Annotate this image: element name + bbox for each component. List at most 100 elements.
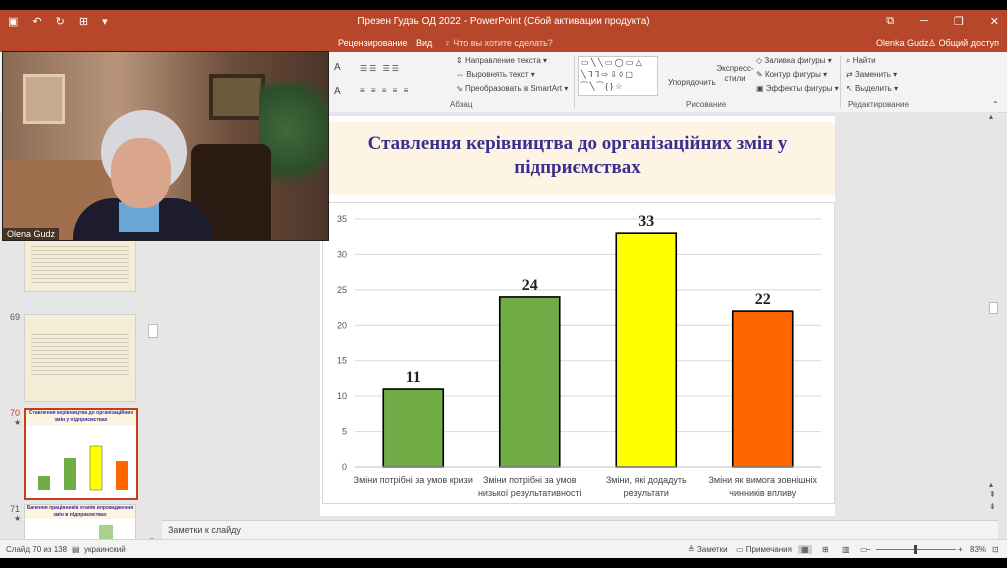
bar (615, 232, 678, 468)
drawing-group-label: Рисование (686, 100, 727, 109)
spellcheck-icon[interactable]: ▤ (72, 545, 80, 554)
data-label: 11 (406, 369, 421, 386)
y-tick-label: 30 (337, 249, 347, 259)
tab-review[interactable]: Рецензирование (338, 38, 408, 48)
effects-icon: ▣ (756, 84, 766, 93)
thumbnail-slide-70[interactable]: Ставлення керівництва до організаційних … (24, 408, 138, 500)
divider (840, 56, 841, 108)
find-button[interactable]: ⌕ Найти (846, 56, 876, 66)
find-label: Найти (852, 56, 876, 65)
data-label: 24 (522, 277, 538, 294)
shape-outline-button[interactable]: ✎ Контур фигуры ▾ (756, 70, 827, 79)
fit-slide-icon[interactable]: ⊡ (992, 545, 999, 554)
maximize-icon[interactable]: ❐ (954, 15, 964, 28)
y-tick-label: 5 (342, 427, 347, 437)
comments-toggle[interactable]: ▭ Примечания (736, 545, 792, 554)
text-direction-button[interactable]: ⇕ Направление текста ▾ (456, 56, 547, 65)
window-title: Презен Гудзь ОД 2022 - PowerPoint (Сбой … (357, 16, 650, 27)
arrange-button[interactable]: Упорядочить (668, 78, 716, 88)
zoom-out-icon[interactable]: − (866, 545, 871, 554)
y-tick-label: 0 (342, 462, 347, 472)
normal-view-icon[interactable]: ▦ (798, 545, 812, 554)
arrange-label: Упорядочить (668, 78, 716, 87)
scroll-up-icon[interactable]: ▴ (989, 112, 993, 121)
replace-button[interactable]: ⇄ Заменить ▾ (846, 70, 897, 79)
thumbnail-bar (38, 476, 50, 490)
zoom-in-icon[interactable]: + (958, 545, 963, 554)
x-tick-label: Зміни потрібні за умов кризи (354, 475, 473, 485)
list-buttons[interactable]: ☰☰ ☰☰ (360, 64, 401, 73)
tell-me-text: Что вы хотите сделать? (453, 38, 553, 48)
thumbnail-slide-69[interactable] (24, 314, 136, 402)
zoom-level[interactable]: 83% (970, 545, 986, 554)
slide-canvas[interactable]: Ставлення керівництва до організаційних … (320, 116, 835, 516)
replace-icon: ⇄ (846, 70, 855, 79)
close-icon[interactable]: ✕ (990, 15, 999, 28)
font-size-grow-icon[interactable]: A (334, 62, 341, 73)
next-slide-icon[interactable]: ⇟ (989, 502, 996, 511)
smartart-label: Преобразовать в SmartArt (464, 84, 562, 93)
quick-styles-button[interactable]: Экспресс-стили (716, 64, 754, 84)
thumbnail-chart (38, 445, 128, 491)
slide-sorter-icon[interactable]: ⊞ (822, 545, 829, 554)
notes-toggle-label: Заметки (696, 545, 728, 554)
x-tick-label: Зміни як вимога зовнішніх (709, 475, 818, 485)
tab-view[interactable]: Вид (416, 38, 432, 48)
thumbnail-number: 71 (10, 504, 21, 514)
x-tick-label: Зміни потрібні за умов (483, 475, 577, 485)
scroll-up-icon[interactable]: ▴ (989, 480, 993, 489)
text-direction-icon: ⇕ (456, 56, 465, 65)
thumbnails-scroll-thumb[interactable] (148, 324, 158, 338)
y-tick-label: 35 (337, 214, 347, 224)
thumbnail-title: Ставлення керівництва до організаційних … (26, 410, 136, 426)
chart[interactable]: 0 5 10 15 20 25 30 35 11 Зміни потрібні за умов к… (322, 202, 835, 504)
align-text-button[interactable]: ⇔ Выровнять текст ▾ (456, 70, 535, 79)
shape-effects-button[interactable]: ▣ Эффекты фигуры ▾ (756, 84, 839, 93)
participant-name: Olena Gudz (3, 228, 60, 240)
comment-icon: ▭ (736, 545, 746, 554)
reading-view-icon[interactable]: ▥ (842, 545, 850, 554)
powerpoint-window: ▣ ↶ ↻ ⊞ ▾ Презен Гудзь ОД 2022 - PowerPo… (0, 10, 1007, 558)
y-tick-label: 15 (337, 356, 347, 366)
select-button[interactable]: ↖ Выделить ▾ (846, 84, 898, 93)
zoom-slider-thumb[interactable] (914, 545, 917, 554)
slide-title[interactable]: Ставлення керівництва до організаційних … (320, 122, 835, 195)
user-name[interactable]: Olenka Gudz (876, 38, 929, 48)
minimize-icon[interactable]: ─ (920, 15, 928, 28)
tell-me-box[interactable]: ♀ Что вы хотите сделать? (444, 38, 553, 48)
shape-fill-button[interactable]: ◇ Заливка фигуры ▾ (756, 56, 832, 65)
slide-counter: Слайд 70 из 138 (6, 545, 68, 554)
bar (382, 388, 445, 468)
notes-toggle[interactable]: ≜ Заметки (688, 545, 728, 554)
share-label: Общий доступ (938, 38, 1000, 48)
language-indicator[interactable]: украинский (84, 545, 126, 554)
thumbnail-bar (64, 458, 76, 490)
notes-pane[interactable]: Заметки к слайду (162, 520, 998, 541)
divider (574, 56, 575, 108)
thumbnail-prev[interactable] (24, 234, 136, 292)
prev-slide-icon[interactable]: ⇞ (989, 490, 996, 499)
align-buttons[interactable]: ≡ ≡ ≡ ≡ ≡ (360, 86, 410, 95)
thumbnail-bar (116, 461, 128, 490)
ribbon-display-icon[interactable]: ⧉ (886, 15, 894, 28)
data-label: 22 (755, 291, 771, 308)
shape-fill-label: Заливка фигуры (764, 56, 826, 65)
notes-placeholder: Заметки к слайду (168, 525, 241, 535)
font-color-icon[interactable]: A (334, 86, 341, 97)
thumbnail-text (31, 331, 129, 375)
cursor-icon: ↖ (846, 84, 855, 93)
shapes-gallery[interactable]: ▭ ╲ ╲ ▭ ◯ ▭ △ ╲ ⅂ ⅂ ⇨ ⇩ ◊ ▢ ⁀ ╲ ⁀ { } ☆ (578, 56, 658, 96)
y-tick-label: 20 (337, 320, 347, 330)
thumbnail-text (31, 243, 129, 283)
window-controls: ⧉ ─ ❐ ✕ (886, 15, 999, 28)
collapse-ribbon-icon[interactable]: ⌃ (992, 100, 999, 109)
scroll-thumb[interactable] (989, 302, 998, 314)
editing-group-label: Редактирование (848, 100, 909, 109)
thumbnail-bar (89, 445, 103, 491)
smartart-button[interactable]: ⇘ Преобразовать в SmartArt ▾ (456, 84, 568, 93)
y-tick-label: 10 (337, 391, 347, 401)
vertical-scrollbar[interactable]: ▴ ▴ ⇞ ⇟ (988, 112, 998, 522)
x-tick-label: низької результативності (478, 488, 582, 498)
share-button[interactable]: ♙ Общий доступ (928, 38, 999, 49)
align-text-label: Выровнять текст (466, 70, 529, 79)
